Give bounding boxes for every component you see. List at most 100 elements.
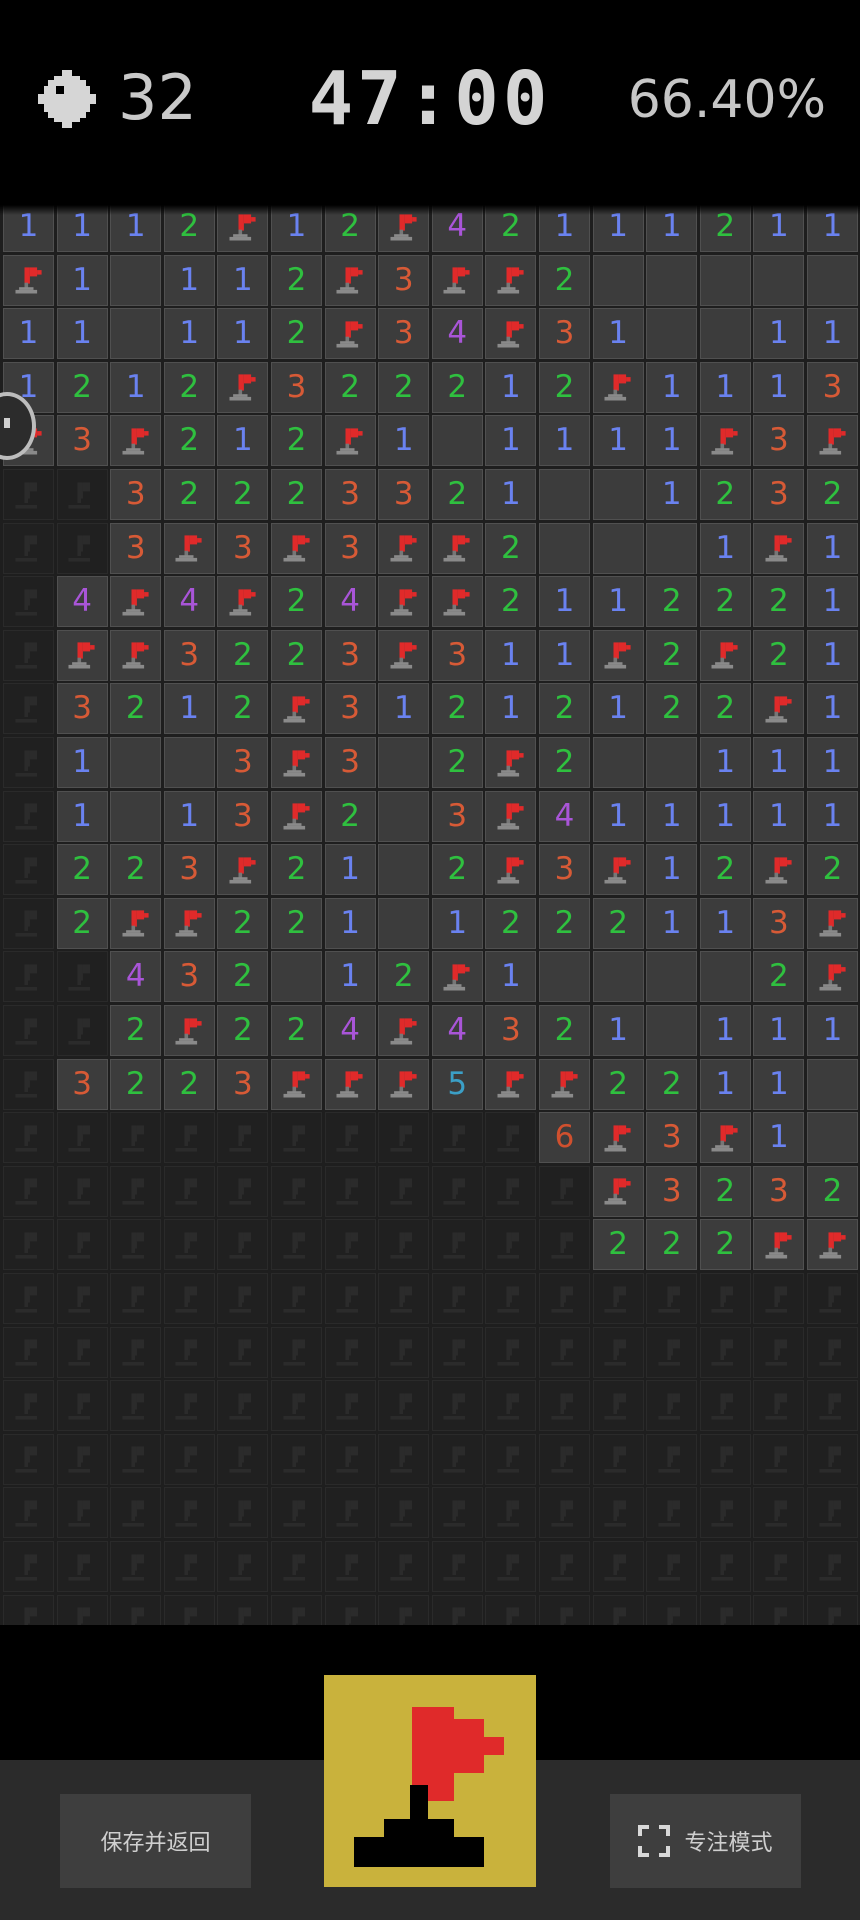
number-cell[interactable]: 2 [485,897,537,949]
unrevealed-cell[interactable] [646,1433,698,1485]
number-cell[interactable]: 3 [163,951,215,1003]
unrevealed-cell[interactable] [485,1380,537,1432]
number-cell[interactable]: 4 [324,576,376,628]
unrevealed-cell[interactable] [539,1594,590,1625]
number-cell[interactable]: 1 [753,205,805,252]
number-cell[interactable]: 2 [324,361,376,413]
unrevealed-cell[interactable] [271,1541,322,1592]
unrevealed-cell[interactable] [56,951,108,1003]
minefield-board[interactable]: 1112124211121111123211112343111121232221… [0,205,860,1625]
number-cell[interactable]: 3 [378,308,430,360]
unrevealed-cell[interactable] [56,1541,108,1592]
number-cell[interactable]: 1 [378,415,430,467]
number-cell[interactable]: 3 [163,629,215,681]
unrevealed-cell[interactable] [807,1487,858,1539]
unrevealed-cell[interactable] [592,1273,644,1324]
number-cell[interactable]: 2 [539,1005,590,1056]
number-cell[interactable]: 4 [431,308,483,360]
flagged-cell[interactable] [378,522,430,574]
unrevealed-cell[interactable] [378,1165,430,1217]
unrevealed-cell[interactable] [324,1380,376,1432]
number-cell[interactable]: 2 [431,469,483,520]
number-cell[interactable]: 2 [646,1219,698,1271]
unrevealed-cell[interactable] [485,1433,537,1485]
unrevealed-cell[interactable] [3,951,54,1003]
number-cell[interactable]: 4 [110,951,162,1003]
unrevealed-cell[interactable] [485,1273,537,1324]
number-cell[interactable]: 1 [485,469,537,520]
flagged-cell[interactable] [378,1058,430,1110]
flagged-cell[interactable] [485,790,537,842]
unrevealed-cell[interactable] [324,1541,376,1592]
number-cell[interactable]: 4 [163,576,215,628]
number-cell[interactable]: 1 [807,205,858,252]
flagged-cell[interactable] [753,844,805,896]
number-cell[interactable]: 1 [592,415,644,467]
flagged-cell[interactable] [699,415,751,467]
number-cell[interactable]: 1 [56,737,108,788]
unrevealed-cell[interactable] [378,1273,430,1324]
unrevealed-cell[interactable] [163,1219,215,1271]
number-cell[interactable]: 3 [324,469,376,520]
number-cell[interactable]: 1 [807,790,858,842]
unrevealed-cell[interactable] [217,1541,269,1592]
empty-cell[interactable] [378,844,430,896]
number-cell[interactable]: 1 [56,790,108,842]
unrevealed-cell[interactable] [485,1541,537,1592]
unrevealed-cell[interactable] [807,1433,858,1485]
unrevealed-cell[interactable] [431,1219,483,1271]
number-cell[interactable]: 2 [110,1058,162,1110]
flagged-cell[interactable] [592,1165,644,1217]
flagged-cell[interactable] [753,522,805,574]
flagged-cell[interactable] [56,629,108,681]
empty-cell[interactable] [699,254,751,306]
unrevealed-cell[interactable] [3,1487,54,1539]
empty-cell[interactable] [163,737,215,788]
flagged-cell[interactable] [163,1005,215,1056]
unrevealed-cell[interactable] [431,1541,483,1592]
unrevealed-cell[interactable] [753,1487,805,1539]
unrevealed-cell[interactable] [56,522,108,574]
unrevealed-cell[interactable] [324,1594,376,1625]
number-cell[interactable]: 2 [163,469,215,520]
number-cell[interactable]: 1 [539,629,590,681]
number-cell[interactable]: 1 [485,415,537,467]
empty-cell[interactable] [378,790,430,842]
empty-cell[interactable] [807,1112,858,1164]
unrevealed-cell[interactable] [699,1487,751,1539]
empty-cell[interactable] [378,737,430,788]
unrevealed-cell[interactable] [431,1326,483,1378]
number-cell[interactable]: 1 [753,737,805,788]
number-cell[interactable]: 3 [217,737,269,788]
flagged-cell[interactable] [431,576,483,628]
number-cell[interactable]: 2 [699,1165,751,1217]
unrevealed-cell[interactable] [56,1594,108,1625]
empty-cell[interactable] [592,737,644,788]
number-cell[interactable]: 2 [163,415,215,467]
number-cell[interactable]: 1 [539,415,590,467]
unrevealed-cell[interactable] [431,1594,483,1625]
unrevealed-cell[interactable] [592,1380,644,1432]
unrevealed-cell[interactable] [271,1433,322,1485]
unrevealed-cell[interactable] [485,1219,537,1271]
number-cell[interactable]: 2 [646,1058,698,1110]
unrevealed-cell[interactable] [163,1487,215,1539]
unrevealed-cell[interactable] [539,1541,590,1592]
unrevealed-cell[interactable] [378,1541,430,1592]
number-cell[interactable]: 1 [324,844,376,896]
unrevealed-cell[interactable] [3,897,54,949]
number-cell[interactable]: 1 [485,951,537,1003]
number-cell[interactable]: 1 [753,790,805,842]
unrevealed-cell[interactable] [56,1273,108,1324]
number-cell[interactable]: 1 [324,897,376,949]
number-cell[interactable]: 2 [431,683,483,735]
number-cell[interactable]: 2 [431,844,483,896]
unrevealed-cell[interactable] [3,1112,54,1164]
flagged-cell[interactable] [485,737,537,788]
unrevealed-cell[interactable] [324,1326,376,1378]
number-cell[interactable]: 1 [539,205,590,252]
unrevealed-cell[interactable] [56,1326,108,1378]
number-cell[interactable]: 2 [271,254,322,306]
number-cell[interactable]: 1 [646,790,698,842]
unrevealed-cell[interactable] [3,683,54,735]
